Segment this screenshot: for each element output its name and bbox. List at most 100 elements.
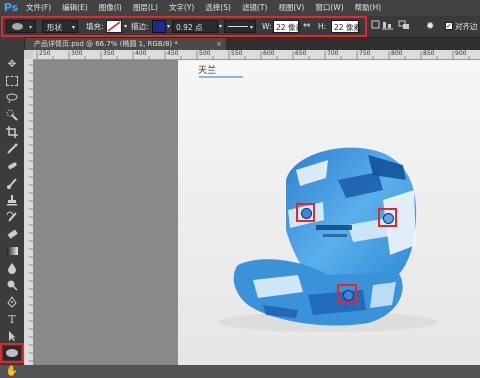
gradient-icon	[6, 247, 18, 255]
hand-tool[interactable]: ✋	[3, 364, 21, 378]
selection-marker-3	[337, 284, 357, 304]
document-tab-bar: 产品详情页.psd @ 66.7% (椭圆 1, RGB/8) * ×	[24, 38, 480, 50]
eraser-tool[interactable]	[3, 227, 21, 241]
stroke-width-value: 0.92 点	[176, 23, 203, 32]
stroke-label: 描边:	[131, 22, 149, 31]
path-alignment-icon[interactable]	[382, 20, 394, 33]
shape-mode-select[interactable]: 形状 ▾	[42, 20, 78, 33]
menu-help[interactable]: 帮助(H)	[351, 0, 386, 16]
tools-panel: ✥ T ✋	[0, 37, 25, 377]
menu-window[interactable]: 窗口(W)	[311, 0, 347, 16]
crop-icon	[6, 126, 18, 138]
align-edges-label: 对齐边	[455, 22, 478, 31]
pasteboard[interactable]	[33, 60, 178, 365]
ellipse-shape-icon	[383, 213, 394, 224]
menu-filter[interactable]: 滤镜(T)	[238, 0, 271, 16]
align-bottom-icon	[382, 22, 393, 30]
no-fill-slash-icon	[107, 21, 121, 32]
marquee-tool[interactable]	[3, 74, 21, 88]
selection-marker-2	[378, 208, 397, 227]
stamp-icon	[7, 195, 17, 206]
height-value: 22 像素	[334, 23, 361, 32]
path-arrangement-icon[interactable]	[398, 20, 412, 33]
tool-preset-picker[interactable]: ▾	[6, 20, 36, 33]
spot-healing-tool[interactable]	[3, 159, 21, 173]
options-bar: ▾ 形状 ▾ 填充: ▾ 描边: ▾ 0.92 点 ▾ ▾ W: 22 像素 ⇔…	[0, 16, 480, 38]
move-icon: ✥	[7, 58, 17, 70]
menu-bar: Ps 文件(F) 编辑(E) 图像(I) 图层(L) 文字(Y) 选择(S) 滤…	[0, 0, 480, 16]
crop-tool[interactable]	[3, 125, 21, 139]
stroke-width-input[interactable]: 0.92 点	[172, 20, 218, 33]
menu-edit[interactable]: 编辑(E)	[58, 0, 92, 16]
move-tool[interactable]: ✥	[3, 57, 21, 71]
shape-mode-value: 形状	[47, 23, 62, 32]
chevron-down-icon: ▾	[29, 24, 33, 31]
photoshop-logo: Ps	[3, 1, 19, 14]
ellipse-icon	[12, 23, 23, 30]
menu-type[interactable]: 文字(Y)	[165, 0, 198, 16]
marquee-icon	[6, 76, 18, 86]
history-brush-icon	[6, 211, 17, 222]
menu-image[interactable]: 图像(I)	[95, 0, 126, 16]
menu-layer[interactable]: 图层(L)	[129, 0, 162, 16]
document-tab[interactable]: 产品详情页.psd @ 66.7% (椭圆 1, RGB/8) * ×	[24, 38, 226, 50]
blur-drop-icon	[8, 263, 16, 274]
type-icon: T	[8, 312, 16, 326]
link-dimensions-icon[interactable]: ⇔	[303, 20, 311, 33]
bandage-icon	[8, 162, 17, 169]
document-tab-title: 产品详情页.psd @ 66.7% (椭圆 1, RGB/8) *	[34, 40, 178, 48]
chevron-down-icon: ▾	[71, 24, 75, 31]
dodge-icon	[7, 280, 18, 291]
horizontal-ruler[interactable]: 250 300 350 400 450 500 550 600 650 700 …	[33, 50, 480, 60]
width-label: W:	[262, 22, 272, 31]
blur-tool[interactable]	[3, 261, 21, 275]
menu-file[interactable]: 文件(F)	[22, 0, 55, 16]
pen-icon	[7, 296, 17, 308]
chevron-down-icon: ▾	[167, 23, 171, 30]
selection-marker-1	[296, 203, 315, 222]
eyedropper-icon	[7, 143, 18, 154]
dodge-tool[interactable]	[3, 278, 21, 292]
quick-selection-icon	[6, 109, 18, 121]
quick-selection-tool[interactable]	[3, 108, 21, 122]
gear-icon[interactable]: ✹	[426, 20, 434, 33]
ruler-corner	[24, 50, 33, 59]
chevron-down-icon: ▾	[219, 23, 223, 30]
height-label: H:	[318, 22, 327, 31]
square-icon	[371, 20, 380, 29]
chevron-down-icon: ▾	[124, 23, 128, 30]
clone-stamp-tool[interactable]	[3, 193, 21, 207]
eyedropper-tool[interactable]	[3, 142, 21, 156]
product-photo-cap	[218, 147, 438, 332]
width-value: 22 像素	[276, 23, 303, 32]
height-input[interactable]: 22 像素	[331, 20, 361, 33]
arrange-layers-icon	[398, 20, 409, 29]
brush-icon	[7, 178, 17, 189]
ruler-ticks	[36, 51, 470, 59]
type-tool[interactable]: T	[3, 312, 21, 326]
solid-line-icon	[228, 26, 248, 27]
ellipse-tool-highlight	[0, 343, 24, 363]
close-icon[interactable]: ×	[216, 38, 222, 50]
menu-select[interactable]: 选择(S)	[201, 0, 235, 16]
fill-swatch[interactable]	[106, 20, 122, 33]
path-operations-icon[interactable]	[371, 20, 381, 33]
path-selection-tool[interactable]	[3, 329, 21, 343]
ellipse-shape-icon	[343, 290, 354, 301]
lasso-tool[interactable]	[3, 91, 21, 105]
align-edges-checkbox[interactable]: ✓	[445, 22, 453, 30]
checkmark-icon: ✓	[446, 22, 452, 30]
stroke-color-swatch[interactable]	[152, 20, 166, 33]
width-input[interactable]: 22 像素	[273, 20, 303, 33]
stroke-type-select[interactable]: ▾	[224, 20, 256, 33]
fill-label: 填充:	[86, 22, 104, 31]
document-canvas[interactable]: 天兰	[178, 60, 480, 365]
gradient-tool[interactable]	[3, 244, 21, 258]
history-brush-tool[interactable]	[3, 210, 21, 224]
eraser-icon	[7, 229, 18, 239]
pen-tool[interactable]	[3, 295, 21, 309]
ellipse-shape-icon	[301, 208, 312, 219]
lasso-icon	[6, 93, 18, 104]
menu-view[interactable]: 视图(V)	[274, 0, 308, 16]
brush-tool[interactable]	[3, 176, 21, 190]
